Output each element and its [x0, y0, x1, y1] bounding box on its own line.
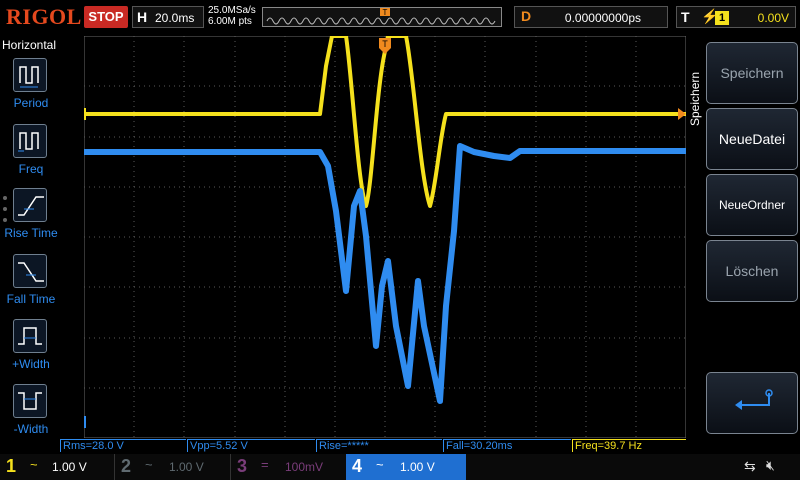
right-menu-title: Speichern [688, 71, 702, 126]
channel-3-tab[interactable]: 3 = 100mV [230, 454, 344, 480]
ch1-scale: 1.00 V [52, 460, 87, 474]
fall-time-label: Fall Time [6, 292, 56, 306]
trigger-letter: T [681, 9, 690, 25]
freq-label: Freq [18, 162, 44, 176]
memory-overview-wave [266, 17, 496, 25]
rise-time-icon [13, 188, 47, 222]
delay-display[interactable]: D 0.00000000ps [514, 6, 668, 28]
return-icon [735, 389, 773, 410]
ch1-offset-marker [84, 108, 86, 120]
freq-icon [13, 124, 47, 158]
meas-freq[interactable]: Freq=39.7 Hz [572, 439, 700, 452]
run-stop-status[interactable]: STOP [84, 6, 128, 28]
trigger-level: 0.00V [757, 11, 789, 25]
ch3-scale: 100mV [285, 460, 324, 474]
measure-rise-time[interactable]: Rise Time [0, 188, 62, 250]
delay-letter: D [521, 8, 532, 24]
top-status-bar: RIGOL STOP H 20.0ms 25.0MSa/s 6.00M pts … [0, 0, 800, 36]
speichern-button[interactable]: Speichern [706, 42, 798, 104]
channel-bar: 1 ~ 1.00 V 2 ~ 1.00 V 3 = 100mV 4 ~ 1.00… [0, 454, 800, 480]
meas-vpp[interactable]: Vpp=5.52 V [187, 439, 315, 452]
memory-depth: 6.00M pts [208, 16, 252, 27]
ch3-number: 3 [237, 456, 248, 476]
usb-icon: ⇆ [744, 458, 756, 474]
minus-width-icon [13, 384, 47, 418]
loeschen-button[interactable]: Löschen [706, 240, 798, 302]
minus-width-label: -Width [13, 422, 49, 436]
save-menu: Speichern Speichern NeueDatei NeueOrdner… [686, 36, 800, 454]
sample-rate: 25.0MSa/s [208, 5, 256, 16]
rise-time-label: Rise Time [4, 226, 58, 240]
ch4-offset-marker [84, 416, 86, 428]
timebase-display[interactable]: H 20.0ms [132, 6, 204, 28]
waveform-display: 1 4 T [84, 36, 686, 438]
trigger-time-letter: T [382, 39, 388, 49]
trigger-display[interactable]: T ⚡ 1 0.00V [676, 6, 796, 28]
trigger-source: 1 [715, 11, 729, 25]
neue-datei-button[interactable]: NeueDatei [706, 108, 798, 170]
horizontal-measure-menu: Horizontal Period Freq Rise Time Fall Ti… [0, 36, 62, 454]
measure-freq[interactable]: Freq [0, 124, 62, 186]
measure-fall-time[interactable]: Fall Time [0, 254, 62, 316]
ch2-scale: 1.00 V [169, 460, 204, 474]
left-menu-title: Horizontal [2, 38, 57, 52]
timebase-value: 20.0ms [155, 11, 195, 25]
plus-width-icon [13, 319, 47, 353]
memory-overview: T [262, 7, 502, 27]
ch2-coupling: ~ [145, 457, 153, 472]
meas-rms[interactable]: Rms=28.0 V [60, 439, 186, 452]
ch3-coupling: = [261, 457, 269, 472]
mute-icon[interactable]: 🔇︎ [766, 457, 775, 474]
ch4-number: 4 [352, 456, 363, 476]
period-icon [13, 58, 47, 92]
measurement-bar: Rms=28.0 V Vpp=5.52 V Rise=***** Fall=30… [60, 438, 700, 453]
rigol-logo: RIGOL [6, 4, 82, 29]
channel-2-tab[interactable]: 2 ~ 1.00 V [114, 454, 230, 480]
ch1-number: 1 [6, 456, 17, 476]
meas-fall[interactable]: Fall=30.20ms [443, 439, 571, 452]
delay-value: 0.00000000ps [564, 11, 641, 25]
ch2-number: 2 [121, 456, 132, 476]
measure-plus-width[interactable]: +Width [0, 319, 62, 381]
plus-width-label: +Width [12, 357, 50, 371]
meas-rise[interactable]: Rise=***** [316, 439, 442, 452]
timebase-letter: H [137, 9, 148, 25]
ch4-coupling: ~ [376, 457, 384, 472]
period-label: Period [13, 96, 49, 110]
acquisition-info: 25.0MSa/s 6.00M pts [208, 5, 256, 27]
channel-1-tab[interactable]: 1 ~ 1.00 V [0, 454, 114, 480]
trigger-position-letter: T [383, 8, 388, 17]
fall-time-icon [13, 254, 47, 288]
measure-period[interactable]: Period [0, 58, 62, 120]
channel-4-tab[interactable]: 4 ~ 1.00 V [346, 454, 466, 480]
return-button[interactable] [706, 372, 798, 434]
ch1-coupling: ~ [30, 457, 38, 472]
ch4-scale: 1.00 V [400, 460, 435, 474]
neue-ordner-button[interactable]: NeueOrdner [706, 174, 798, 236]
measure-minus-width[interactable]: -Width [0, 384, 62, 446]
